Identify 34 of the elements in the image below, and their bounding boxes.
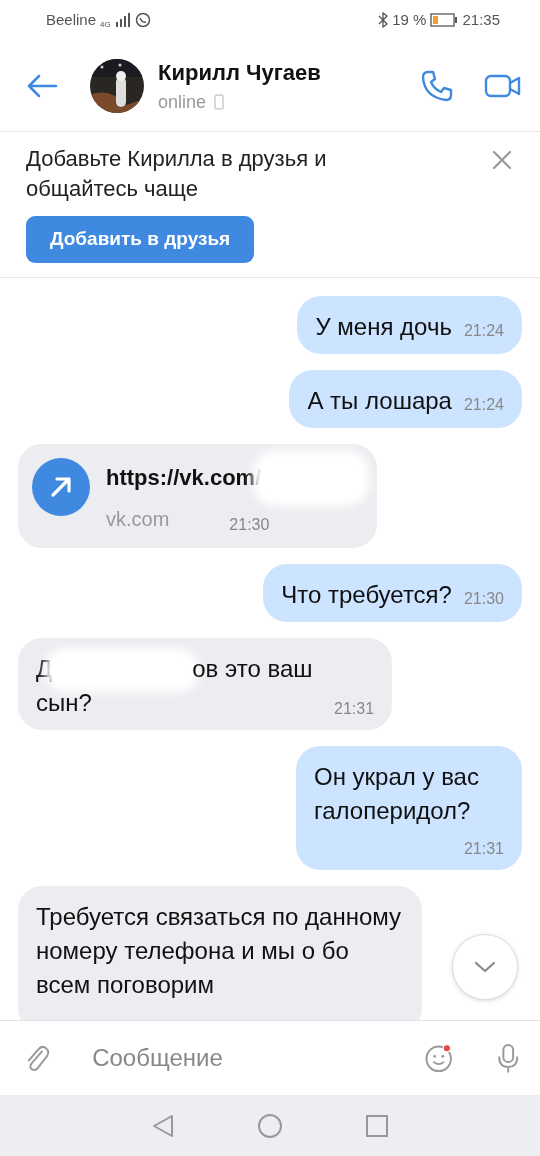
close-icon[interactable] [492,150,512,170]
battery-percent: 19 % [392,9,427,30]
message-text: У меня дочь [315,312,452,340]
battery-icon [430,13,459,27]
add-friend-button[interactable]: Добавить в друзья [26,216,255,263]
home-circle-icon[interactable] [258,1113,282,1138]
message-text: Он украл у вас галоперидол? [314,762,479,824]
back-arrow-icon[interactable] [26,73,58,98]
phone-icon[interactable] [420,68,454,103]
message-text: Д ов это ваш сын? [36,653,314,718]
message-text: А ты лошара [307,386,452,414]
message-time: 21:24 [463,320,504,341]
message-time: 21:30 [229,514,270,535]
network-type: 4G [100,18,111,31]
carrier-name: Beeline [46,9,97,30]
chat-bubble-icon [134,12,151,28]
message-time: 21:30 [463,588,504,609]
online-status: online [158,90,207,114]
chevron-down-icon [474,961,496,973]
recents-square-icon[interactable] [366,1114,388,1137]
message-time: 21:24 [463,394,504,415]
bluetooth-icon [378,12,389,28]
friend-suggestion-text: Добавьте Кирилла в друзья и общайтесь чаще [26,145,328,203]
back-triangle-icon[interactable] [152,1113,174,1138]
phone-icon [214,94,225,110]
message-text: Требуется связаться по данному номеру телефона и мы о бо всем поговорим [36,902,402,998]
clock-time: 21:35 [462,9,500,30]
link-domain: vk.com [106,506,170,532]
message-time: 21:31 [334,698,375,719]
message-time: 21:31 [463,838,504,859]
link-url[interactable]: https://vk.com/ [106,462,262,493]
contact-name: Кирилл Чугаев [158,58,322,87]
signal-icon [114,13,131,27]
message-text: Что требуется? [281,580,452,608]
